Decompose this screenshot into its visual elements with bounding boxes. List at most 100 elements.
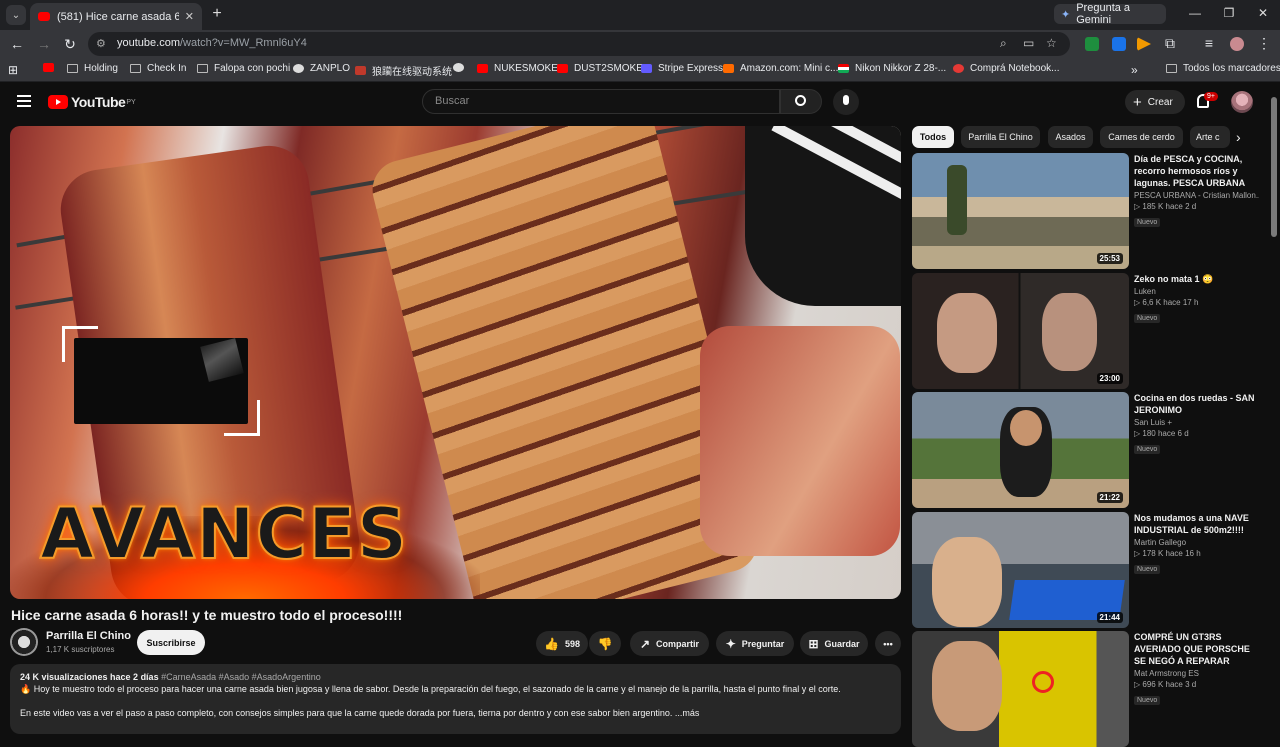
bookmark-dust2smoke[interactable]: DUST2SMOKE: [557, 63, 643, 74]
bookmark-holding[interactable]: Holding: [67, 63, 118, 74]
gemini-button[interactable]: ✦ Pregunta a Gemini: [1054, 2, 1166, 26]
address-bar[interactable]: ⚙ youtube.com/watch?v=MW_Rmnl6uY4 ⌕ ▭ ☆: [88, 32, 1070, 56]
video-thumbnail[interactable]: [912, 631, 1129, 747]
save-button[interactable]: ⊞ Guardar: [800, 631, 868, 656]
bookmark-amazon[interactable]: Amazon.com: Mini c...: [723, 63, 838, 74]
site-icon: [838, 64, 849, 73]
recommendation-title[interactable]: COMPRÉ UN GT3RS AVERIADO QUE PORSCHE SE …: [1134, 631, 1259, 667]
recommendation-title[interactable]: Día de PESCA y COCINA, recorro hermosos …: [1134, 153, 1259, 189]
subscribe-button[interactable]: Suscribirse: [137, 630, 205, 655]
browser-tab-active[interactable]: (581) Hice carne asada 6 ho ✕: [30, 3, 202, 30]
bookmark-driver[interactable]: 狼躏在线驱动系统: [355, 63, 452, 78]
recommendation-title[interactable]: Nos mudamos a una NAVE INDUSTRIAL de 500…: [1134, 512, 1259, 536]
maximize-button[interactable]: ❐: [1221, 6, 1237, 20]
minimize-button[interactable]: —: [1187, 6, 1203, 20]
recommendation-title[interactable]: Cocina en dos ruedas - SAN JERONIMO: [1134, 392, 1259, 416]
hashtags[interactable]: #CarneAsada #Asado #AsadoArgentino: [161, 672, 321, 682]
recommendation-stats: ▷ 180 hace 6 d: [1134, 429, 1189, 438]
site-info-icon[interactable]: ⚙: [96, 37, 106, 50]
create-button[interactable]: + Crear: [1125, 90, 1185, 114]
video-thumbnail[interactable]: 23:00: [912, 273, 1129, 389]
bookmark-check-in[interactable]: Check In: [130, 63, 186, 74]
media-control-icon[interactable]: ≡: [1201, 35, 1217, 51]
video-thumbnail[interactable]: 21:22: [912, 392, 1129, 508]
video-player[interactable]: AVANCES: [10, 126, 901, 599]
chip-todos[interactable]: Todos: [912, 126, 954, 148]
like-button[interactable]: 👍 598: [536, 631, 588, 656]
share-button[interactable]: ↗ Compartir: [630, 631, 709, 656]
search-button[interactable]: [780, 89, 822, 114]
cast-icon[interactable]: ▭: [1023, 36, 1034, 50]
reload-button[interactable]: ↻: [62, 36, 78, 53]
recommendation-item[interactable]: COMPRÉ UN GT3RS AVERIADO QUE PORSCHE SE …: [912, 631, 1272, 747]
bookmark-notebook[interactable]: Comprá Notebook...: [953, 63, 1060, 74]
profile-avatar-icon[interactable]: [1230, 37, 1244, 51]
extensions-puzzle-icon[interactable]: ⧉: [1162, 35, 1178, 52]
face-right: [1042, 293, 1097, 371]
bookmark-yt-1[interactable]: [43, 63, 60, 72]
page-scrollbar[interactable]: [1271, 97, 1277, 237]
close-tab-icon[interactable]: ✕: [185, 10, 194, 23]
recommendation-title[interactable]: Zeko no mata 1 😳: [1134, 273, 1259, 285]
chip-carnes-cerdo[interactable]: Carnes de cerdo: [1100, 126, 1183, 148]
chip-parrilla[interactable]: Parrilla El Chino: [961, 126, 1040, 148]
folder-icon: [1166, 64, 1177, 73]
zoom-icon[interactable]: ⌕: [1000, 36, 1007, 51]
extension-2-icon[interactable]: [1112, 37, 1126, 51]
more-bookmarks-icon[interactable]: »: [1131, 63, 1138, 77]
more-icon: •••: [883, 638, 893, 649]
chip-arte[interactable]: Arte c: [1190, 126, 1230, 148]
recommendation-item[interactable]: 23:00 Zeko no mata 1 😳 Luken ▷ 6,6 K hac…: [912, 273, 1272, 389]
description-meta: 24 K visualizaciones hace 2 días #CarneA…: [20, 672, 321, 682]
all-bookmarks[interactable]: Todos los marcadores: [1166, 63, 1280, 74]
recommendation-item[interactable]: 25:53 Día de PESCA y COCINA, recorro her…: [912, 153, 1272, 269]
mic-icon: [843, 95, 849, 105]
video-thumbnail[interactable]: 25:53: [912, 153, 1129, 269]
recommendation-item[interactable]: 21:22 Cocina en dos ruedas - SAN JERONIM…: [912, 392, 1272, 508]
video-thumbnail[interactable]: 21:44: [912, 512, 1129, 628]
channel-avatar[interactable]: [10, 628, 38, 656]
person-figure: [932, 641, 1002, 731]
more-actions-button[interactable]: •••: [875, 631, 901, 656]
channel-name[interactable]: Parrilla El Chino: [46, 630, 131, 642]
bookmark-stripe[interactable]: Stripe Express: [641, 63, 723, 74]
bookmark-globe[interactable]: [453, 63, 470, 72]
forward-button[interactable]: →: [36, 36, 52, 52]
extension-3-icon[interactable]: [1137, 37, 1151, 51]
voice-search-button[interactable]: [833, 89, 859, 115]
description-box[interactable]: 24 K visualizaciones hace 2 días #CarneA…: [10, 664, 901, 734]
back-button[interactable]: ←: [9, 36, 25, 52]
recommendation-channel[interactable]: PESCA URBANA - Cristian Mallon...: [1134, 191, 1259, 200]
ask-button[interactable]: ✦ Preguntar: [716, 631, 794, 656]
recommendation-channel[interactable]: Luken: [1134, 287, 1259, 296]
dislike-button[interactable]: 👎: [589, 631, 621, 656]
search-input[interactable]: Buscar: [422, 89, 780, 114]
youtube-logo[interactable]: YouTube PY: [48, 94, 136, 110]
sparkle-icon: ✦: [725, 636, 736, 651]
stripe-icon: [641, 64, 652, 73]
globe-icon: [293, 64, 304, 73]
recommendation-channel[interactable]: Martin Gallego: [1134, 538, 1259, 547]
apps-grid-icon[interactable]: ⊞: [8, 63, 18, 77]
recommendation-channel[interactable]: San Luis +: [1134, 418, 1259, 427]
account-avatar[interactable]: [1231, 91, 1253, 113]
chip-asados[interactable]: Asados: [1048, 126, 1093, 148]
extension-1-icon[interactable]: [1085, 37, 1099, 51]
bookmark-nikon[interactable]: Nikon Nikkor Z 28-...: [838, 63, 946, 74]
recommendation-channel[interactable]: Mat Armstrong ES: [1134, 669, 1259, 678]
recommendation-stats: ▷ 185 K hace 2 d: [1134, 202, 1197, 211]
video-duration: 25:53: [1096, 253, 1123, 264]
share-icon: ↗: [639, 636, 651, 651]
bookmark-falopa[interactable]: Falopa con pochi: [197, 63, 290, 74]
chrome-menu-icon[interactable]: ⋮: [1256, 35, 1272, 52]
bookmark-nukesmoke[interactable]: NUKESMOKE: [477, 63, 558, 74]
thumbs-down-icon: 👎: [597, 636, 613, 651]
tab-search-button[interactable]: ⌄: [6, 5, 26, 25]
new-tab-button[interactable]: +: [208, 5, 226, 23]
bookmark-star-icon[interactable]: ☆: [1046, 36, 1057, 50]
bookmark-zanplo[interactable]: ZANPLO: [293, 63, 350, 74]
close-window-button[interactable]: ✕: [1255, 6, 1271, 20]
chevron-right-icon[interactable]: ›: [1236, 129, 1241, 145]
recommendation-item[interactable]: 21:44 Nos mudamos a una NAVE INDUSTRIAL …: [912, 512, 1272, 628]
menu-icon[interactable]: [17, 95, 31, 107]
